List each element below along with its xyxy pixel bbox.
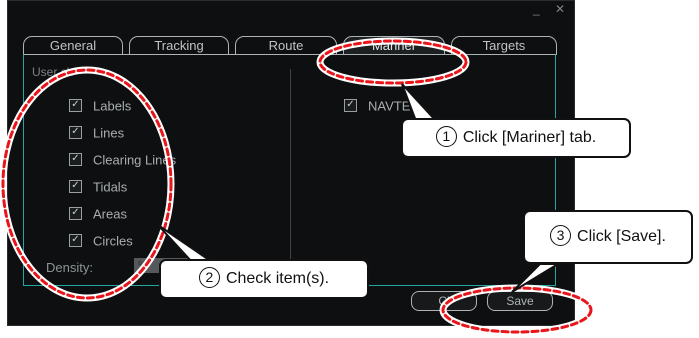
- step-number-2: 2: [198, 267, 220, 289]
- callout2-pointer: [157, 224, 216, 263]
- callout-step-3: 3 Click [Save].: [523, 210, 693, 264]
- save-button-highlight: [441, 286, 593, 334]
- callout-step-2: 2 Check item(s).: [159, 259, 369, 299]
- callout-step-1: 1 Click [Mariner] tab.: [401, 118, 631, 158]
- callout-step-3-text: Click [Save].: [577, 228, 666, 245]
- callout-step-2-text: Check item(s).: [225, 270, 330, 287]
- step-number-1: 1: [435, 126, 457, 148]
- step-number-3: 3: [550, 225, 572, 247]
- callout1-pointer: [401, 83, 439, 122]
- callout-step-1-text: Click [Mariner] tab.: [462, 129, 597, 146]
